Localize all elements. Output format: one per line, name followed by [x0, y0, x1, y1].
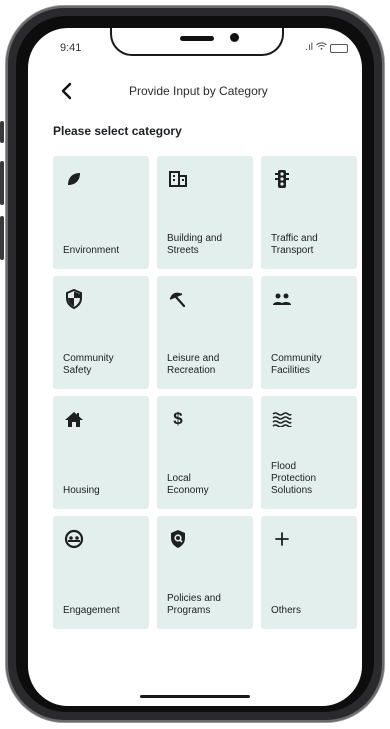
home-indicator[interactable]	[140, 695, 250, 698]
mute-switch	[0, 121, 4, 143]
volume-down-button	[0, 216, 4, 260]
category-label: Traffic and Transport	[271, 233, 318, 256]
screen: 9:41 .ıl Provide Input by Category Pleas…	[28, 28, 362, 706]
category-label: Policies and Programs	[167, 593, 221, 616]
category-tile-flood-protection-solutions[interactable]: Flood Protection Solutions	[261, 396, 357, 509]
category-tile-policies-and-programs[interactable]: Policies and Programs	[157, 516, 253, 629]
dollar-icon: $	[173, 409, 183, 428]
category-tile-others[interactable]: Others	[261, 516, 357, 629]
plus-icon	[271, 528, 293, 550]
leaf-icon	[63, 168, 85, 190]
category-grid: Environment Building and Streets Traffic…	[53, 156, 357, 629]
notch	[110, 28, 284, 56]
category-tile-local-economy[interactable]: $ Local Economy	[157, 396, 253, 509]
status-time: 9:41	[60, 42, 82, 54]
category-tile-community-facilities[interactable]: Community Facilities	[261, 276, 357, 389]
category-tile-housing[interactable]: Housing	[53, 396, 149, 509]
category-tile-engagement[interactable]: Engagement	[53, 516, 149, 629]
category-label: Others	[271, 605, 302, 616]
shield-icon	[63, 288, 85, 310]
category-tile-building-and-streets[interactable]: Building and Streets	[157, 156, 253, 269]
category-tile-community-safety[interactable]: Community Safety	[53, 276, 149, 389]
engagement-icon	[63, 528, 85, 550]
speaker	[180, 36, 214, 41]
section-title: Please select category	[53, 124, 182, 138]
traffic-light-icon	[271, 168, 293, 190]
category-label: Community Facilities	[271, 353, 322, 376]
chevron-left-icon	[61, 82, 72, 100]
camera	[230, 33, 239, 42]
category-label: Flood Protection Solutions	[271, 461, 317, 496]
category-label: Leisure and Recreation	[167, 353, 220, 376]
category-label: Engagement	[63, 605, 120, 616]
back-button[interactable]	[56, 80, 78, 102]
battery-icon	[330, 44, 348, 53]
category-label: Environment	[63, 245, 120, 256]
building-icon	[167, 168, 189, 190]
category-tile-leisure-and-recreation[interactable]: Leisure and Recreation	[157, 276, 253, 389]
page-title: Provide Input by Category	[129, 84, 268, 98]
waves-icon	[271, 408, 293, 430]
umbrella-icon	[167, 288, 189, 310]
policy-shield-icon	[167, 528, 189, 550]
category-tile-environment[interactable]: Environment	[53, 156, 149, 269]
status-icons: .ıl	[305, 42, 348, 53]
category-tile-traffic-and-transport[interactable]: Traffic and Transport	[261, 156, 357, 269]
category-label: Building and Streets	[167, 233, 223, 256]
house-icon	[63, 408, 85, 430]
category-label: Community Safety	[63, 353, 114, 376]
signal-icon: .ıl	[305, 42, 313, 53]
category-label: Housing	[63, 485, 100, 496]
category-label: Local Economy	[167, 473, 209, 496]
volume-up-button	[0, 161, 4, 205]
wifi-icon	[316, 42, 327, 53]
people-icon	[271, 288, 293, 310]
